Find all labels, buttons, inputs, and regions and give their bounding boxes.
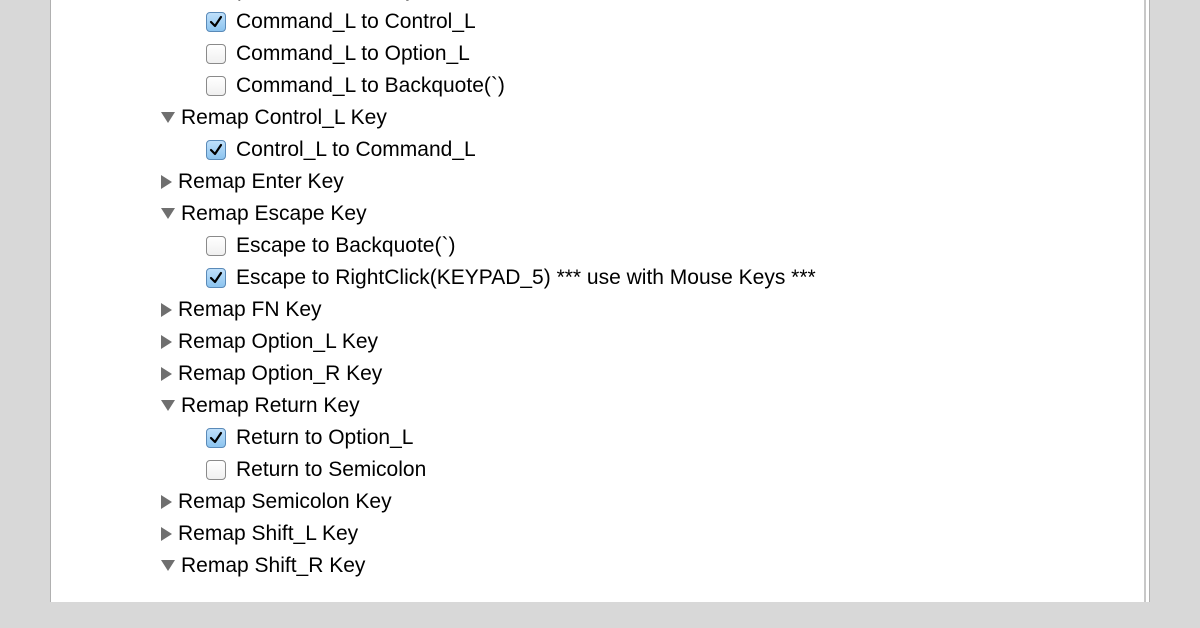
disclosure-open-icon[interactable]: [161, 400, 175, 411]
group-label: Remap Semicolon Key: [178, 490, 392, 514]
item-label: Return to Semicolon: [236, 458, 426, 482]
tree-item[interactable]: Control_L to Command_L: [51, 134, 1149, 166]
tree-group[interactable]: Remap Control_L Key: [51, 102, 1149, 134]
preferences-panel: Remap Command_L Key Command_L to Control_…: [50, 0, 1150, 602]
group-label: Remap Enter Key: [178, 170, 344, 194]
group-label: Remap Command_L Key: [181, 0, 416, 2]
disclosure-open-icon[interactable]: [161, 208, 175, 219]
group-label: Remap Shift_R Key: [181, 554, 365, 578]
checkbox[interactable]: [206, 76, 226, 96]
disclosure-open-icon[interactable]: [161, 560, 175, 571]
group-label: Remap Escape Key: [181, 202, 367, 226]
disclosure-closed-icon[interactable]: [161, 175, 172, 189]
disclosure-open-icon[interactable]: [161, 112, 175, 123]
item-label: Command_L to Control_L: [236, 10, 476, 34]
tree-item[interactable]: Command_L to Backquote(`): [51, 70, 1149, 102]
tree-group[interactable]: Remap Shift_R Key: [51, 550, 1149, 582]
item-label: Return to Option_L: [236, 426, 413, 450]
disclosure-closed-icon[interactable]: [161, 495, 172, 509]
checkbox[interactable]: [206, 460, 226, 480]
checkbox[interactable]: [206, 236, 226, 256]
tree-item[interactable]: Command_L to Control_L: [51, 6, 1149, 38]
checkbox[interactable]: [206, 268, 226, 288]
tree-group[interactable]: Remap Option_R Key: [51, 358, 1149, 390]
tree-group[interactable]: Remap Escape Key: [51, 198, 1149, 230]
disclosure-closed-icon[interactable]: [161, 303, 172, 317]
tree-group[interactable]: Remap Return Key: [51, 390, 1149, 422]
disclosure-closed-icon[interactable]: [161, 367, 172, 381]
tree-item[interactable]: Return to Semicolon: [51, 454, 1149, 486]
tree-item[interactable]: Escape to Backquote(`): [51, 230, 1149, 262]
checkbox[interactable]: [206, 44, 226, 64]
checkbox[interactable]: [206, 140, 226, 160]
tree-group[interactable]: Remap FN Key: [51, 294, 1149, 326]
group-label: Remap FN Key: [178, 298, 322, 322]
disclosure-closed-icon[interactable]: [161, 527, 172, 541]
tree-group[interactable]: Remap Option_L Key: [51, 326, 1149, 358]
tree-item[interactable]: Command_L to Option_L: [51, 38, 1149, 70]
tree-item[interactable]: Escape to RightClick(KEYPAD_5) *** use w…: [51, 262, 1149, 294]
checkbox[interactable]: [206, 12, 226, 32]
tree-item[interactable]: Return to Option_L: [51, 422, 1149, 454]
disclosure-closed-icon[interactable]: [161, 335, 172, 349]
group-label: Remap Option_L Key: [178, 330, 378, 354]
item-label: Control_L to Command_L: [236, 138, 476, 162]
group-label: Remap Shift_L Key: [178, 522, 358, 546]
checkbox[interactable]: [206, 428, 226, 448]
tree-group[interactable]: Remap Shift_L Key: [51, 518, 1149, 550]
group-label: Remap Control_L Key: [181, 106, 387, 130]
group-label: Remap Option_R Key: [178, 362, 382, 386]
item-label: Escape to RightClick(KEYPAD_5) *** use w…: [236, 266, 816, 290]
group-label: Remap Return Key: [181, 394, 360, 418]
item-label: Escape to Backquote(`): [236, 234, 455, 258]
item-label: Command_L to Backquote(`): [236, 74, 505, 98]
item-label: Command_L to Option_L: [236, 42, 470, 66]
tree-group[interactable]: Remap Enter Key: [51, 166, 1149, 198]
tree-group[interactable]: Remap Semicolon Key: [51, 486, 1149, 518]
